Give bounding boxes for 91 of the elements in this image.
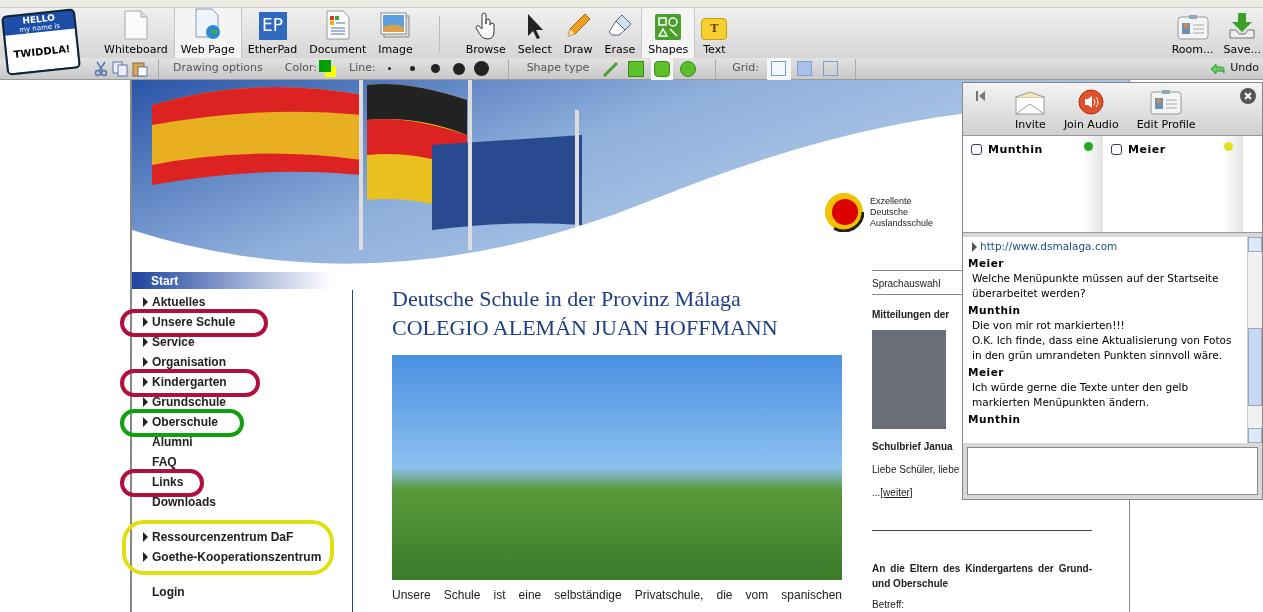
hand-icon <box>474 12 497 40</box>
etherpad-icon: EP <box>258 12 287 40</box>
drawing-options-label: Drawing options <box>173 60 263 77</box>
message-author: Munthin <box>968 303 1022 318</box>
news-text: Liebe Schüler, liebe <box>872 463 960 477</box>
ellipsis-text: ... <box>872 486 881 500</box>
message-text: Welche Menüpunkte müssen auf der Startseite überarbeitet werden? <box>971 271 1220 301</box>
chat-action-button[interactable]: Edit Profile <box>1136 83 1196 133</box>
image-icon <box>380 12 411 40</box>
envelope-icon <box>1015 90 1046 115</box>
message-text: O.K. Ich finde, dass eine Aktualisierung von Fotos in den grün umrandeten Punkten sinnvoll wäre. <box>971 333 1233 363</box>
triangle-icon <box>972 241 977 252</box>
user-checkbox[interactable] <box>971 144 982 155</box>
id-card-icon <box>1150 88 1183 115</box>
message-text: Die von mir rot markierten!!! <box>971 318 1126 333</box>
speech-bubble-icon: T <box>701 18 728 40</box>
pencil-icon <box>564 12 593 40</box>
more-link[interactable]: [weiter] <box>880 485 913 500</box>
web-page-icon <box>193 8 222 40</box>
nav-link[interactable]: Downloads <box>143 493 216 511</box>
toolbar-button[interactable]: Save... <box>1221 8 1263 58</box>
undo-arrow-icon <box>1210 62 1227 75</box>
nav-link[interactable]: Service <box>143 333 195 351</box>
toolbar-button[interactable]: Web Page <box>173 8 242 58</box>
pointer-icon <box>525 12 544 40</box>
toolbar-button[interactable]: Room... <box>1169 8 1216 58</box>
toolbar-button[interactable]: Document <box>303 8 373 58</box>
line-width-option[interactable] <box>473 59 490 78</box>
grid-option[interactable] <box>766 57 791 80</box>
id-card-icon <box>1176 14 1209 40</box>
user-name: Meier <box>1128 142 1166 158</box>
nav-link[interactable]: Aktuelles <box>143 293 206 311</box>
toolbar-button[interactable]: T Text <box>695 8 734 58</box>
shapes-icon <box>655 14 682 40</box>
nav-link[interactable]: Unsere Schule <box>143 313 236 331</box>
subject-label: Betreff: <box>872 598 905 612</box>
nav-link[interactable]: Alumni <box>143 433 193 451</box>
line-label: Line: <box>349 60 376 77</box>
color-label: Color: <box>284 60 317 77</box>
start-bar[interactable]: Start <box>132 272 332 289</box>
scissors-icon[interactable] <box>94 60 108 77</box>
page-title: COLEGIO ALEMÁN JUAN HOFFMANN <box>392 314 779 342</box>
toolbar-button[interactable]: Whiteboard <box>98 8 174 58</box>
message-text: Ich würde gerne die Texte unter den gelb markierten Menüpunkten ändern. <box>971 380 1190 410</box>
nav-link[interactable]: Links <box>143 473 184 491</box>
nav-link[interactable]: Goethe-Kooperationszentrum <box>143 548 322 566</box>
toolbar-button[interactable]: Browse <box>459 8 512 58</box>
chat-action-button[interactable]: Join Audio <box>1063 83 1119 133</box>
copy-icon[interactable] <box>112 60 128 77</box>
toolbar-button[interactable]: Shapes <box>641 8 696 58</box>
color-swatch[interactable] <box>319 59 337 78</box>
nav-link[interactable]: Kindergarten <box>143 373 227 391</box>
school-seal-icon <box>824 192 864 232</box>
download-tray-icon <box>1228 12 1257 40</box>
intro-text: Unsere Schule ist eine selbständige Privatschule, die vom spanischen <box>392 587 842 604</box>
news-heading: Mitteilungen der <box>872 308 950 322</box>
seal-caption: Exzellente Deutsche Auslandsschule <box>870 195 934 229</box>
chat-action-button[interactable]: Invite <box>1015 83 1046 133</box>
user-name: Munthin <box>988 142 1043 158</box>
notice-heading: An die Eltern des Kindergartens der Grund- und Oberschule <box>872 562 1092 591</box>
chat-link[interactable]: http://www.dsmalaga.com <box>980 239 1118 254</box>
skip-back-icon[interactable] <box>975 91 985 101</box>
message-author: Munthin <box>968 412 1022 427</box>
toolbar-button[interactable]: Image <box>372 8 419 58</box>
nav-link[interactable]: Ressourcenzentrum DaF <box>143 528 294 546</box>
user-checkbox[interactable] <box>1111 144 1122 155</box>
toolbar-button[interactable]: EP EtherPad <box>241 8 304 58</box>
grid-label: Grid: <box>732 60 759 77</box>
toolbar-button[interactable]: Select <box>511 8 558 58</box>
toolbar-button[interactable]: Draw <box>557 8 599 58</box>
nav-link[interactable]: Login <box>143 583 185 601</box>
toolbar-button[interactable]: Erase <box>598 8 642 58</box>
nav-link[interactable]: Organisation <box>143 353 226 371</box>
chat-input[interactable] <box>967 447 1258 495</box>
document-icon <box>323 10 352 40</box>
close-icon[interactable] <box>1240 88 1256 104</box>
page-icon <box>122 10 149 40</box>
shape-type-label: Shape type <box>526 60 590 77</box>
undo-button[interactable]: Undo <box>1210 60 1259 77</box>
nav-link[interactable]: Oberschule <box>143 413 219 431</box>
message-author: Meier <box>968 365 1005 380</box>
page-title: Deutsche Schule in der Provinz Málaga <box>392 285 742 313</box>
speaker-icon <box>1078 88 1105 115</box>
rounded-shape-option[interactable] <box>651 57 674 80</box>
clipboard-icon[interactable] <box>132 60 148 77</box>
language-label: Sprachauswahl <box>872 277 941 291</box>
message-author: Meier <box>968 256 1005 271</box>
news-title: Schulbrief Janua <box>872 440 953 454</box>
nav-link[interactable]: Grundschule <box>143 393 226 411</box>
nav-link[interactable]: FAQ <box>143 453 177 471</box>
scrollbar[interactable] <box>1247 237 1262 443</box>
